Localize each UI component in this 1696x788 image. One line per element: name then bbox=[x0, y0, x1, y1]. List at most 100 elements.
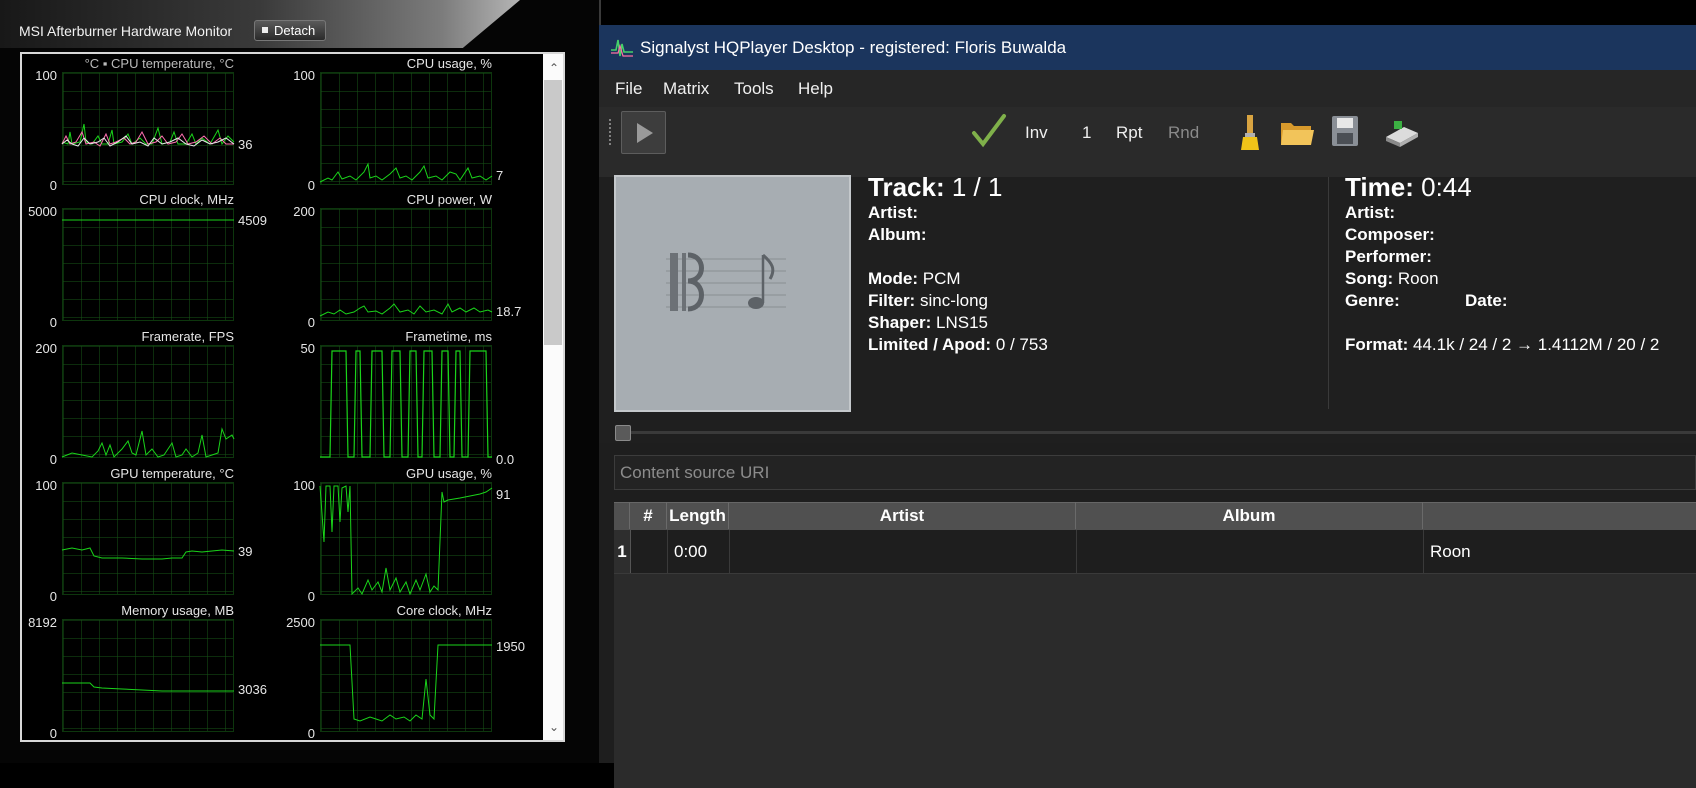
graph-current: 7 bbox=[496, 168, 504, 183]
monitor-scrollbar-thumb[interactable] bbox=[544, 80, 562, 345]
scroll-down-icon[interactable]: ⌄ bbox=[548, 721, 560, 733]
column-header-album[interactable]: Album bbox=[1076, 502, 1423, 529]
time-heading: Time: 0:44 bbox=[1345, 172, 1472, 203]
core-clock-line bbox=[320, 644, 492, 722]
output-device-icon[interactable] bbox=[1384, 119, 1420, 149]
graph-current: 3036 bbox=[238, 682, 267, 697]
track-artist-row: Artist: bbox=[868, 203, 918, 223]
filter-row: Filter: sinc-long bbox=[868, 291, 988, 311]
graph-max: 50 bbox=[300, 341, 315, 356]
track-artist-label: Artist: bbox=[868, 203, 919, 222]
graph-max: 100 bbox=[35, 68, 57, 83]
column-header-artist[interactable]: Artist bbox=[729, 502, 1076, 529]
limited-row: Limited / Apod: 0 / 753 bbox=[868, 335, 1048, 355]
graph-min: 0 bbox=[49, 452, 57, 467]
time-artist-label: Artist: bbox=[1345, 203, 1396, 222]
filter-value: sinc-long bbox=[919, 291, 989, 310]
invert-button[interactable]: Inv bbox=[1025, 123, 1048, 143]
detach-button[interactable]: Detach bbox=[254, 20, 326, 41]
detach-label: Detach bbox=[274, 23, 316, 38]
menu-help[interactable]: Help bbox=[798, 79, 833, 99]
graph-max: 200 bbox=[35, 341, 57, 356]
brush-icon[interactable] bbox=[1239, 115, 1261, 151]
cpu-temperature-line bbox=[61, 123, 235, 147]
row-header-corner bbox=[614, 502, 630, 529]
graph-current: 36 bbox=[238, 137, 253, 152]
performer-row: Performer: bbox=[1345, 247, 1432, 267]
cell-divider bbox=[1076, 530, 1077, 573]
memory-usage-line bbox=[62, 682, 234, 692]
save-icon[interactable] bbox=[1330, 114, 1360, 148]
cell-divider bbox=[667, 530, 668, 573]
column-header-length[interactable]: Length bbox=[667, 502, 729, 529]
limited-label: Limited / Apod: bbox=[868, 335, 992, 354]
filter-label: Filter: bbox=[868, 291, 916, 310]
graph-current: 4509 bbox=[238, 213, 267, 228]
column-header-number[interactable]: # bbox=[630, 502, 667, 529]
graph-max: 100 bbox=[293, 68, 315, 83]
table-row[interactable] bbox=[614, 530, 1696, 574]
cover-music-notes-icon bbox=[666, 252, 786, 312]
graph-current: 0.0 bbox=[496, 452, 515, 467]
play-icon bbox=[637, 123, 653, 143]
genre-label: Genre: bbox=[1345, 291, 1400, 310]
toolbar-grip[interactable] bbox=[608, 118, 612, 146]
graph-max: 100 bbox=[293, 478, 315, 493]
scroll-up-icon[interactable]: ⌃ bbox=[548, 62, 560, 74]
hqplayer-title: Signalyst HQPlayer Desktop - registered:… bbox=[640, 38, 1067, 57]
track-heading: Track: 1 / 1 bbox=[868, 172, 1002, 203]
graph-max: 8192 bbox=[28, 615, 57, 630]
gpu-temperature-line bbox=[61, 547, 235, 560]
graph-max: 100 bbox=[35, 478, 57, 493]
afterburner-window: MSI Afterburner Hardware Monitor Detach … bbox=[0, 0, 600, 763]
content-uri-input[interactable]: Content source URI bbox=[614, 455, 1696, 490]
row-number[interactable]: 1 bbox=[614, 530, 631, 573]
time-label: Time: bbox=[1345, 172, 1414, 202]
row-length: 0:00 bbox=[674, 542, 708, 561]
menu-tools[interactable]: Tools bbox=[734, 79, 774, 99]
toolbar bbox=[599, 107, 1696, 177]
time-artist-row: Artist: bbox=[1345, 203, 1395, 223]
date-row: Date: bbox=[1465, 291, 1508, 311]
menu-file[interactable]: File bbox=[615, 79, 642, 99]
cell-divider bbox=[729, 530, 730, 573]
mode-label: Mode: bbox=[868, 269, 919, 288]
seek-handle[interactable] bbox=[615, 425, 631, 441]
date-label: Date: bbox=[1465, 291, 1508, 310]
track-album-label: Album: bbox=[868, 225, 927, 244]
graph-title: CPU usage, % bbox=[406, 56, 492, 71]
format-row: Format: 44.1k / 24 / 2 → 1.4112M / 20 / … bbox=[1345, 335, 1659, 355]
format-label: Format: bbox=[1345, 335, 1409, 354]
song-label: Song: bbox=[1345, 269, 1394, 288]
mode-row: Mode: PCM bbox=[868, 269, 961, 289]
graph-min: 0 bbox=[307, 589, 315, 604]
seek-bar[interactable] bbox=[615, 431, 1696, 434]
repeat-count[interactable]: 1 bbox=[1082, 123, 1091, 143]
mode-value: PCM bbox=[922, 269, 961, 288]
graph-min: 0 bbox=[49, 726, 57, 741]
graph-title: Frametime, ms bbox=[405, 329, 492, 344]
graph-max: 200 bbox=[293, 204, 315, 219]
graph-min: 0 bbox=[49, 178, 57, 193]
track-label: Track: bbox=[868, 172, 945, 202]
row-title: Roon bbox=[1430, 542, 1471, 561]
menu-matrix[interactable]: Matrix bbox=[663, 79, 709, 99]
album-cover bbox=[614, 175, 851, 412]
limited-value: 0 / 753 bbox=[995, 335, 1048, 354]
graph-title: Core clock, MHz bbox=[396, 603, 492, 618]
repeat-button[interactable]: Rpt bbox=[1116, 123, 1142, 143]
shaper-label: Shaper: bbox=[868, 313, 932, 332]
track-number: 1 / 1 bbox=[951, 172, 1003, 202]
composer-label: Composer: bbox=[1345, 225, 1435, 244]
format-value: 44.1k / 24 / 2 → 1.4112M / 20 / 2 bbox=[1413, 335, 1660, 354]
afterburner-title: MSI Afterburner Hardware Monitor bbox=[19, 23, 233, 39]
graph-min: 0 bbox=[307, 726, 315, 741]
random-button[interactable]: Rnd bbox=[1168, 123, 1199, 143]
checkmark-icon[interactable] bbox=[971, 113, 1007, 149]
graph-title: °C ▪ CPU temperature, °C bbox=[84, 56, 234, 71]
play-button[interactable] bbox=[621, 111, 666, 154]
time-value: 0:44 bbox=[1421, 172, 1472, 202]
open-folder-icon[interactable] bbox=[1279, 115, 1315, 149]
song-value: Roon bbox=[1397, 269, 1439, 288]
genre-row: Genre: bbox=[1345, 291, 1400, 311]
